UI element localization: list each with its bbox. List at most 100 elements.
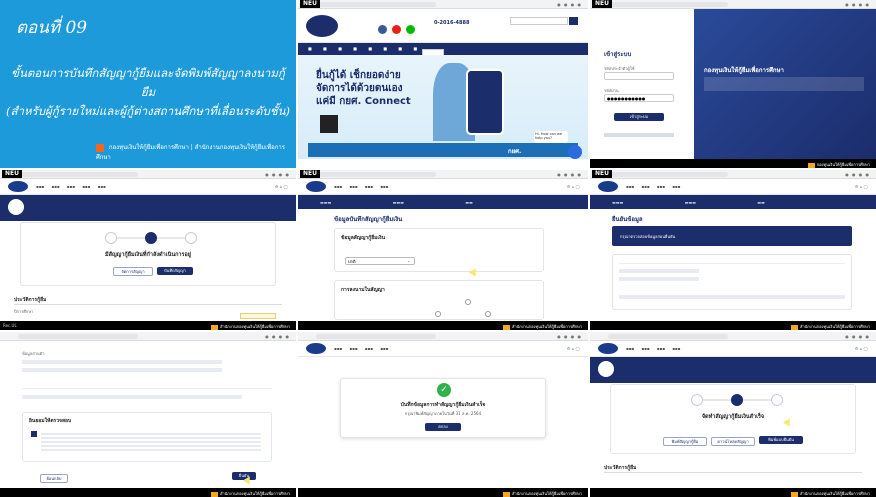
slide-title-line1: ขั้นตอนการบันทึกสัญญากู้ยืมและจัดพิมพ์สั… bbox=[11, 66, 285, 99]
footer-right: สำนักงานกองทุนเงินให้กู้ยืมเพื่อการศึกษา bbox=[219, 324, 290, 329]
address-bar[interactable] bbox=[18, 172, 138, 177]
browser-menu-icon[interactable]: ● ● ● ● bbox=[845, 334, 870, 339]
download-contract-button[interactable]: ดาวน์โหลดสัญญา bbox=[711, 437, 755, 446]
loan-type-select[interactable]: ปกติ bbox=[345, 257, 415, 265]
back-button[interactable]: ย้อนกลับ bbox=[40, 474, 68, 483]
address-bar[interactable] bbox=[608, 334, 728, 339]
kys-brand: กยศ. bbox=[508, 148, 522, 155]
app-logo-icon[interactable] bbox=[598, 343, 618, 354]
brand-left: กองทุนเงินให้กู้ยืมเพื่อการศึกษา bbox=[108, 144, 189, 151]
username-input[interactable] bbox=[604, 72, 674, 80]
app-logo-icon[interactable] bbox=[8, 181, 28, 192]
chat-bubble[interactable]: Hi. How can we help you? bbox=[534, 131, 568, 143]
browser-menu-icon[interactable]: ● ● ● ● bbox=[557, 2, 582, 7]
address-bar[interactable] bbox=[18, 334, 138, 339]
notice-text: กรุณาตรวจสอบข้อมูลก่อนยืนยัน bbox=[620, 234, 676, 239]
app-logo-icon[interactable] bbox=[306, 181, 326, 192]
browser-menu-icon[interactable]: ● ● ● ● bbox=[845, 172, 870, 177]
app-header: ▪▪▪ ▪▪▪ ▪▪▪ ▪▪▪ ⚙ ⌂ ◯ bbox=[298, 341, 588, 357]
ok-button[interactable]: ตกลง bbox=[425, 423, 461, 431]
section2-title: การลงนามในสัญญา bbox=[341, 287, 385, 293]
app-nav[interactable]: ▪▪▪ ▪▪▪ ▪▪▪ ▪▪▪ bbox=[334, 346, 388, 351]
forgot-password-link[interactable] bbox=[604, 133, 674, 137]
step-tab-labels[interactable]: ▬▬▬ ▬▬▬ ▬▬ bbox=[612, 200, 765, 205]
browser-menu-icon[interactable]: ● ● ● ● bbox=[557, 334, 582, 339]
radio-option-3[interactable] bbox=[485, 311, 491, 317]
messenger-icon[interactable] bbox=[568, 145, 582, 159]
app-header-icons[interactable]: ⚙ ⌂ ◯ bbox=[855, 346, 868, 351]
browser-menu-icon[interactable]: ● ● ● ● bbox=[845, 2, 870, 7]
address-bar[interactable] bbox=[316, 172, 436, 177]
divider bbox=[619, 263, 845, 264]
footer-band: สำนักงานกองทุนเงินให้กู้ยืมเพื่อการศึกษา bbox=[0, 488, 296, 497]
history-column: ปีการศึกษา bbox=[14, 309, 34, 314]
app-header: ▪▪▪ ▪▪▪ ▪▪▪ ▪▪▪ ▪▪▪ ⚙ ⌂ ◯ bbox=[0, 179, 296, 195]
step-3 bbox=[771, 394, 783, 406]
step-tabs: ▬▬▬ ▬▬▬ ▬▬ bbox=[298, 195, 588, 209]
login-tile: NEU ● ● ● ● เข้าสู่ระบบ รหัสประจำตัวผู้ใ… bbox=[590, 0, 876, 168]
app-nav[interactable]: ▪▪▪ ▪▪▪ ▪▪▪ ▪▪▪ bbox=[626, 346, 680, 351]
print-contract-button[interactable]: พิมพ์สัญญากู้ยืม bbox=[663, 437, 707, 446]
app-header: ▪▪▪ ▪▪▪ ▪▪▪ ▪▪▪ ⚙ ⌂ ◯ bbox=[298, 179, 588, 195]
radio-option-2[interactable] bbox=[435, 311, 441, 317]
footer-logo-icon bbox=[210, 324, 218, 330]
consent-checkbox[interactable] bbox=[31, 431, 37, 437]
footer-right: สำนักงานกองทุนเงินให้กู้ยืมเพื่อการศึกษา bbox=[799, 491, 870, 496]
history-table bbox=[604, 472, 862, 482]
step-tab-labels[interactable]: ▬▬▬ ▬▬▬ ▬▬ bbox=[320, 200, 473, 205]
step-tabs: ▬▬▬ ▬▬▬ ▬▬ bbox=[590, 195, 876, 209]
step-3 bbox=[185, 232, 197, 244]
password-input[interactable]: ●●●●●●●●●●● bbox=[604, 94, 674, 102]
password-label: รหัสผ่าน bbox=[604, 88, 619, 93]
login-hero-text bbox=[704, 77, 864, 91]
app-nav[interactable]: ▪▪▪ ▪▪▪ ▪▪▪ ▪▪▪ ▪▪▪ bbox=[36, 184, 106, 189]
address-bar[interactable] bbox=[316, 334, 436, 339]
consent-text bbox=[41, 431, 261, 451]
site-search-input[interactable] bbox=[510, 17, 568, 25]
episode-label: ตอนที่ 09 bbox=[16, 18, 88, 38]
slide-title: ขั้นตอนการบันทึกสัญญากู้ยืมและจัดพิมพ์สั… bbox=[6, 64, 290, 121]
address-bar[interactable] bbox=[608, 2, 728, 7]
app-header-icons[interactable]: ⚙ ⌂ ◯ bbox=[855, 184, 868, 189]
radio-option-1[interactable] bbox=[465, 299, 471, 305]
manage-contract-button[interactable]: จัดการสัญญา bbox=[113, 267, 153, 276]
app-header-icons[interactable]: ⚙ ⌂ ◯ bbox=[275, 184, 288, 189]
app-header-icons[interactable]: ⚙ ⌂ ◯ bbox=[567, 184, 580, 189]
address-bar[interactable] bbox=[316, 2, 436, 7]
row-action[interactable] bbox=[240, 313, 276, 319]
success-tile: ● ● ● ● ▪▪▪ ▪▪▪ ▪▪▪ ▪▪▪ ⚙ ⌂ ◯ ✓ บันทึกข้อ… bbox=[298, 332, 588, 497]
footer-logo-icon bbox=[210, 491, 218, 497]
facebook-icon[interactable] bbox=[378, 25, 387, 34]
login-title: เข้าสู่ระบบ bbox=[604, 51, 632, 58]
app-header-icons[interactable]: ⚙ ⌂ ◯ bbox=[567, 346, 580, 351]
browser-menu-icon[interactable]: ● ● ● ● bbox=[265, 172, 290, 177]
browser-chrome: ● ● ● ● bbox=[0, 332, 296, 341]
app-logo-icon[interactable] bbox=[306, 343, 326, 354]
login-panel: เข้าสู่ระบบ รหัสประจำตัวผู้ใช้ รหัสผ่าน … bbox=[590, 9, 694, 159]
confirm-title: ยืนยันข้อมูล bbox=[612, 216, 643, 223]
consent-card: ยินยอมให้ตรวจสอบ bbox=[22, 412, 272, 462]
browser-menu-icon[interactable]: ● ● ● ● bbox=[557, 172, 582, 177]
app-header: ▪▪▪ ▪▪▪ ▪▪▪ ▪▪▪ ⚙ ⌂ ◯ bbox=[590, 341, 876, 357]
app-nav[interactable]: ▪▪▪ ▪▪▪ ▪▪▪ ▪▪▪ bbox=[334, 184, 388, 189]
site-nav-items[interactable]: ■ ■ ■ ■ ■ ■ ■ ■ bbox=[308, 46, 488, 51]
login-button[interactable]: เข้าสู่ระบบ bbox=[614, 113, 664, 121]
print-confirm-button[interactable]: พิมพ์แบบยืนยัน bbox=[759, 436, 803, 444]
search-icon[interactable] bbox=[569, 17, 578, 25]
browser-menu-icon[interactable]: ● ● ● ● bbox=[265, 334, 290, 339]
success-title: บันทึกข้อมูลการทำสัญญากู้ยืมเงินสำเร็จ bbox=[400, 402, 486, 408]
footer-band: กองทุนเงินให้กู้ยืมเพื่อการศึกษา bbox=[590, 159, 876, 168]
line-icon[interactable] bbox=[406, 25, 416, 34]
address-bar[interactable] bbox=[608, 172, 728, 177]
confirm-info-tile: NEU ● ● ● ● ▪▪▪ ▪▪▪ ▪▪▪ ▪▪▪ ⚙ ⌂ ◯ ▬▬▬ ▬▬▬… bbox=[590, 170, 876, 330]
footer-band: สำนักงานกองทุนเงินให้กู้ยืมเพื่อการศึกษา bbox=[590, 488, 876, 497]
step-1 bbox=[691, 394, 703, 406]
record-contract-button[interactable]: บันทึกสัญญา bbox=[157, 267, 193, 275]
app-nav[interactable]: ▪▪▪ ▪▪▪ ▪▪▪ ▪▪▪ bbox=[626, 184, 680, 189]
hero-text: ยื่นกู้ได้ เช็กยอดง่าย จัดการได้ด้วยตนเอ… bbox=[316, 69, 411, 108]
site-logo-icon[interactable] bbox=[306, 15, 338, 37]
app-logo-icon[interactable] bbox=[598, 181, 618, 192]
hero-line1: ยื่นกู้ได้ เช็กยอดง่าย bbox=[316, 70, 401, 81]
youtube-icon[interactable] bbox=[392, 25, 402, 34]
notice-banner: กรุณาตรวจสอบข้อมูลก่อนยืนยัน bbox=[612, 226, 852, 246]
